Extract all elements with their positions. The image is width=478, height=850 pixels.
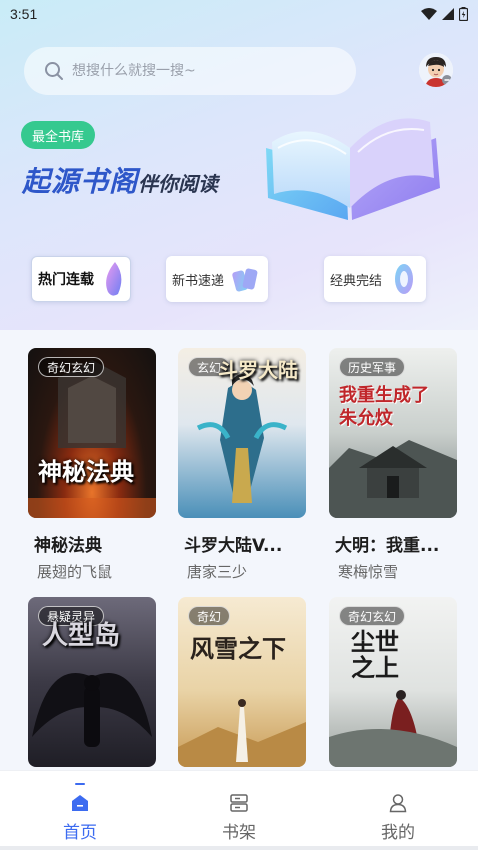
book-card[interactable]: 奇幻玄幻 神秘法典 神秘法典 展翅的飞鼠 <box>28 348 156 581</box>
book-card[interactable]: 奇幻 风雪之下 <box>178 597 306 767</box>
cover-title: 风雪之下 <box>190 634 286 663</box>
books-icon <box>232 268 258 292</box>
category-label: 经典完结 <box>330 273 383 289</box>
book-cover: 玄幻 斗罗大陆 <box>178 348 306 518</box>
book-card[interactable]: 玄幻 斗罗大陆 斗罗大陆V... 唐家三少 <box>178 348 306 581</box>
category-hot-serial[interactable]: 热门连载 <box>31 256 131 302</box>
cover-title: 尘世之上 <box>351 627 399 683</box>
genre-tag: 奇幻玄幻 <box>339 606 406 626</box>
book-title: 神秘法典 <box>34 536 102 556</box>
book-card[interactable]: 悬疑灵异 人型岛 <box>28 597 156 767</box>
tab-profile[interactable]: 我的 <box>348 771 448 850</box>
category-classic-complete[interactable]: 经典完结 <box>324 256 426 302</box>
book-card[interactable]: 奇幻玄幻 尘世之上 <box>329 597 457 767</box>
book-title: 大明：我重... <box>335 536 440 556</box>
app-title: 起源书阁 <box>22 165 139 198</box>
bottom-tab-bar: 首页 书架 我的 <box>0 770 478 850</box>
cover-title: 斗罗大陆 <box>218 358 298 382</box>
wifi-icon <box>421 8 437 20</box>
bookshelf-icon <box>229 792 249 814</box>
genre-tag: 奇幻玄幻 <box>38 357 105 377</box>
genre-tag: 历史军事 <box>339 357 406 377</box>
tab-label: 我的 <box>381 823 415 843</box>
battery-icon <box>459 7 468 21</box>
book-cover: 悬疑灵异 人型岛 <box>28 597 156 767</box>
book-author: 唐家三少 <box>187 563 248 581</box>
category-new-books[interactable]: 新书速递 <box>166 256 268 302</box>
search-input[interactable] <box>72 63 322 79</box>
book-card[interactable]: 历史军事 我重生成了朱允炆 大明：我重... 寒梅惊雪 <box>329 348 457 581</box>
genre-tag: 奇幻 <box>188 606 231 626</box>
status-icons <box>421 7 468 21</box>
tab-label: 首页 <box>63 823 97 843</box>
book-cover: 奇幻玄幻 神秘法典 <box>28 348 156 518</box>
app-slogan: 伴你阅读 <box>138 172 218 196</box>
search-icon <box>45 62 63 80</box>
ring-icon <box>395 264 413 294</box>
tab-label: 书架 <box>222 823 256 843</box>
category-label: 新书速递 <box>172 273 225 289</box>
status-time: 3:51 <box>10 6 38 22</box>
cover-title: 我重生成了朱允炆 <box>339 385 429 430</box>
cover-title: 人型岛 <box>42 621 121 651</box>
open-book-illustration <box>266 118 440 220</box>
search-box[interactable] <box>24 47 356 95</box>
feather-icon <box>106 262 122 296</box>
avatar-image <box>419 53 453 87</box>
tab-bookshelf[interactable]: 书架 <box>189 771 289 850</box>
library-badge: 最全书库 <box>21 121 96 149</box>
category-label: 热门连载 <box>38 272 94 288</box>
book-author: 展翅的飞鼠 <box>37 563 113 581</box>
book-cover: 奇幻 风雪之下 <box>178 597 306 767</box>
book-author: 寒梅惊雪 <box>338 563 399 581</box>
tab-home[interactable]: 首页 <box>30 771 130 850</box>
book-title: 斗罗大陆V... <box>184 536 283 556</box>
book-cover: 奇幻玄幻 尘世之上 <box>329 597 457 767</box>
avatar[interactable] <box>419 53 453 87</box>
profile-icon <box>388 792 408 814</box>
book-cover: 历史军事 我重生成了朱允炆 <box>329 348 457 518</box>
search-row <box>24 47 454 95</box>
system-nav-bar <box>0 846 478 850</box>
home-icon <box>70 792 90 814</box>
cover-title: 神秘法典 <box>38 457 134 486</box>
status-bar: 3:51 <box>0 0 478 28</box>
signal-icon <box>442 8 454 20</box>
